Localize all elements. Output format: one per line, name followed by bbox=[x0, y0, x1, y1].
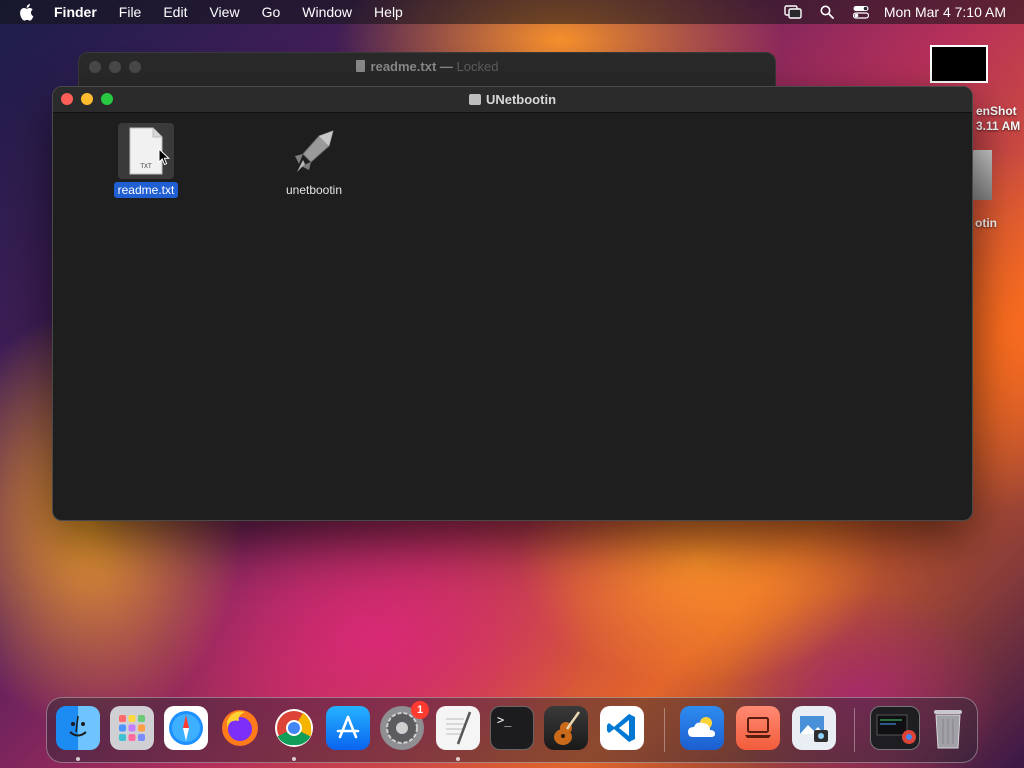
menu-bar-clock[interactable]: Mon Mar 4 7:10 AM bbox=[884, 4, 1006, 20]
finder-window-title-text: UNetbootin bbox=[485, 92, 557, 107]
dock-running-indicator bbox=[292, 757, 296, 761]
downloads-stack-icon[interactable] bbox=[870, 706, 920, 750]
firefox-icon[interactable] bbox=[218, 706, 262, 750]
mouse-cursor-icon bbox=[158, 148, 170, 166]
preview-icon[interactable] bbox=[792, 706, 836, 750]
safari-icon[interactable] bbox=[164, 706, 208, 750]
back-window-title-separator: — bbox=[439, 59, 453, 74]
desktop-screenshot-thumbnail[interactable] bbox=[930, 45, 988, 83]
dock: 1 >_ bbox=[46, 697, 978, 763]
menu-view[interactable]: View bbox=[209, 4, 239, 20]
file-item-unetbootin[interactable]: unetbootin bbox=[264, 123, 364, 199]
screen-mirroring-icon[interactable] bbox=[776, 5, 810, 19]
garageband-icon[interactable] bbox=[544, 706, 588, 750]
terminal-prompt: >_ bbox=[497, 713, 512, 727]
vscode-icon[interactable] bbox=[600, 706, 644, 750]
dock-separator bbox=[854, 708, 855, 752]
desktop-drive-icon[interactable] bbox=[972, 150, 992, 200]
notification-badge: 1 bbox=[411, 701, 429, 719]
control-center-icon[interactable] bbox=[844, 5, 878, 19]
system-preferences-icon[interactable]: 1 bbox=[380, 701, 429, 750]
back-window-locked-status[interactable]: Locked bbox=[457, 59, 499, 74]
disk-image-icon bbox=[468, 94, 481, 105]
desktop-screenshot-label: enShot 3.11 AM bbox=[976, 104, 1024, 134]
menu-app-finder[interactable]: Finder bbox=[54, 4, 97, 20]
apple-menu-icon[interactable] bbox=[18, 3, 40, 21]
finder-window[interactable]: UNetbootin TXT readme.txt unetbootin bbox=[52, 86, 973, 521]
dock-running-indicator bbox=[456, 757, 460, 761]
file-label-readme: readme.txt bbox=[113, 182, 179, 198]
desktop-drive-label: otin bbox=[975, 216, 997, 230]
file-type-badge: TXT bbox=[140, 164, 152, 170]
finder-window-title: UNetbootin bbox=[53, 92, 972, 107]
desktop-screenshot-label-line1: enShot bbox=[976, 104, 1017, 118]
document-icon bbox=[355, 60, 365, 72]
rocket-app-icon bbox=[286, 123, 342, 179]
file-label-unetbootin: unetbootin bbox=[285, 183, 343, 197]
back-window-title-text: readme.txt bbox=[370, 59, 437, 74]
dock-separator bbox=[664, 708, 665, 752]
menu-window[interactable]: Window bbox=[302, 4, 352, 20]
back-window-title: readme.txt — Locked bbox=[79, 59, 775, 74]
file-item-readme[interactable]: TXT readme.txt bbox=[96, 123, 196, 199]
dock-running-indicator bbox=[76, 757, 80, 761]
chrome-icon[interactable] bbox=[272, 706, 316, 750]
menu-bar: Finder File Edit View Go Window Help Mon… bbox=[0, 0, 1024, 24]
finder-titlebar[interactable]: UNetbootin bbox=[53, 87, 972, 113]
spotlight-search-icon[interactable] bbox=[810, 5, 844, 19]
terminal-icon[interactable]: >_ bbox=[490, 706, 534, 750]
desktop-screenshot-label-line2: 3.11 AM bbox=[976, 119, 1021, 133]
app-store-icon[interactable] bbox=[326, 706, 370, 750]
menu-file[interactable]: File bbox=[119, 4, 142, 20]
screen-sharing-icon[interactable] bbox=[736, 706, 780, 750]
finder-icon[interactable] bbox=[56, 706, 100, 750]
trash-icon[interactable] bbox=[926, 706, 970, 750]
launchpad-icon[interactable] bbox=[110, 706, 154, 750]
textedit-icon[interactable] bbox=[436, 706, 480, 750]
menu-edit[interactable]: Edit bbox=[163, 4, 187, 20]
menu-help[interactable]: Help bbox=[374, 4, 403, 20]
menu-go[interactable]: Go bbox=[262, 4, 281, 20]
weather-icon[interactable] bbox=[680, 706, 724, 750]
